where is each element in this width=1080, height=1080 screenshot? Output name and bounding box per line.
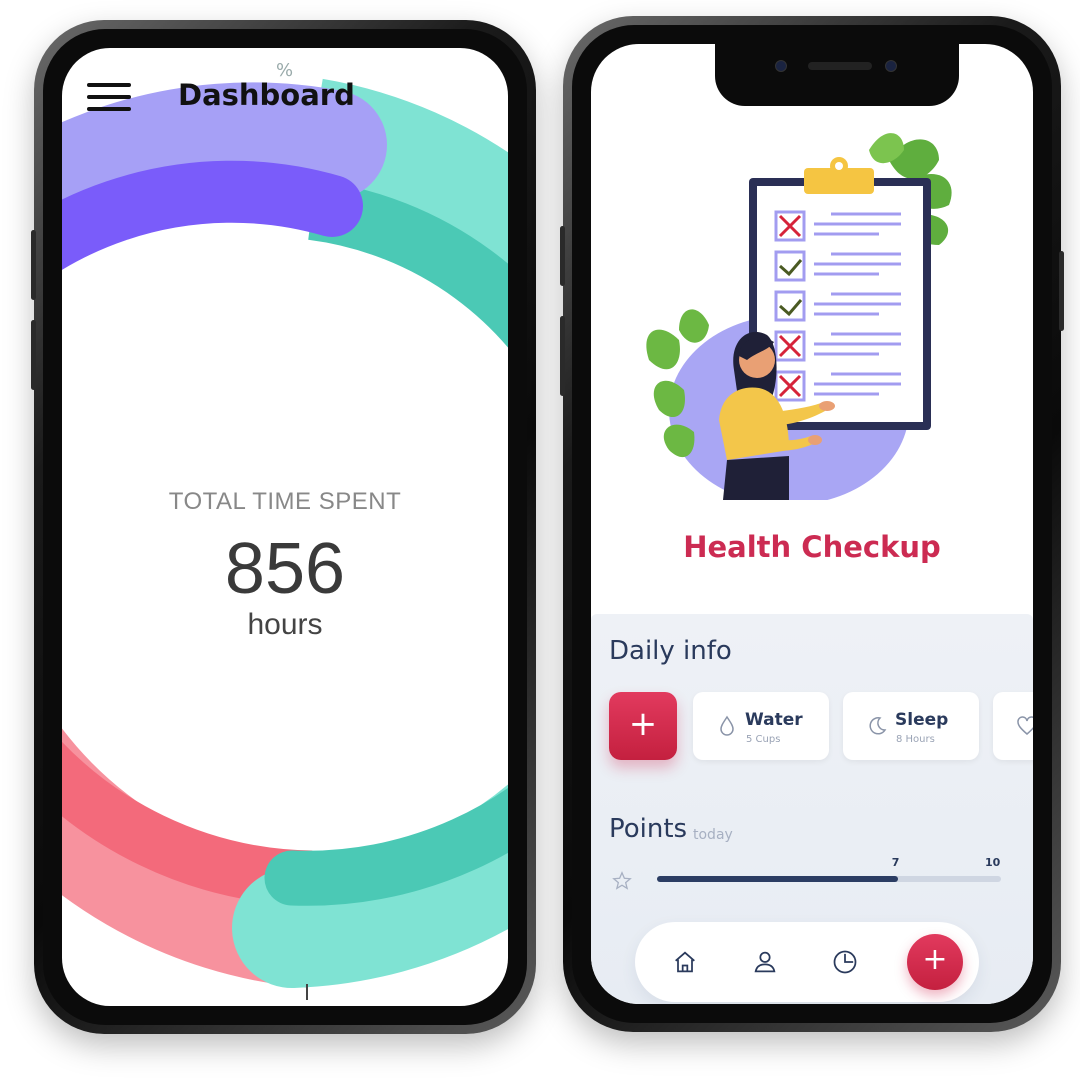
clock-icon[interactable]	[831, 948, 859, 976]
side-button	[1059, 251, 1064, 331]
plus-icon[interactable]: +	[907, 934, 963, 990]
camera-icon	[775, 60, 787, 72]
notch	[715, 44, 959, 106]
points-progress-track	[657, 876, 1001, 882]
sensor	[885, 60, 897, 72]
health-screen: Health Checkup Daily info + Water 5 Cups…	[591, 44, 1033, 1004]
add-daily-info-button[interactable]: +	[609, 692, 677, 760]
water-card[interactable]: Water 5 Cups	[693, 692, 829, 760]
speaker	[808, 62, 872, 70]
user-icon[interactable]	[751, 948, 779, 976]
right-phone-frame: Health Checkup Daily info + Water 5 Cups…	[560, 16, 1064, 1032]
sleep-value: 8 Hours	[896, 734, 935, 745]
total-time-label: TOTAL TIME SPENT	[168, 488, 402, 515]
side-button	[31, 230, 36, 300]
side-button	[31, 320, 36, 390]
side-button	[560, 316, 565, 396]
drop-icon	[720, 715, 734, 736]
side-button	[560, 226, 565, 286]
points-current-label: 7	[891, 856, 900, 869]
menu-icon[interactable]	[87, 83, 131, 113]
sleep-label: Sleep	[895, 710, 949, 730]
page-title: Dashboard	[178, 78, 355, 112]
daily-info-title: Daily info	[609, 636, 732, 666]
info-panel: Daily info + Water 5 Cups Sleep 8 Hours	[591, 614, 1033, 1004]
total-time-value: 856	[224, 529, 346, 609]
bottom-nav: +	[635, 922, 979, 1002]
sleep-card[interactable]: Sleep 8 Hours	[843, 692, 979, 760]
heart-icon	[1017, 716, 1033, 735]
moon-icon	[869, 717, 887, 735]
water-value: 5 Cups	[746, 734, 781, 745]
points-period: today	[693, 827, 733, 843]
points-progress-fill	[657, 876, 898, 882]
total-time-unit: hours	[247, 608, 323, 641]
heart-card[interactable]	[993, 692, 1033, 760]
left-phone-frame: % Dashboard TOTAL TIME SPENT 856 hours	[31, 20, 536, 1034]
home-icon[interactable]	[671, 948, 699, 976]
checklist-illustration	[646, 133, 952, 500]
dashboard-screen: % Dashboard TOTAL TIME SPENT 856 hours	[62, 48, 508, 1006]
water-label: Water	[745, 710, 803, 730]
hero-title: Health Checkup	[683, 530, 941, 564]
chart-tick	[306, 984, 308, 1000]
star-icon	[612, 871, 632, 890]
points-max-label: 10	[985, 856, 1001, 869]
time-donut-chart	[62, 78, 508, 988]
ring-segment-purple-inner	[62, 160, 363, 270]
points-title: Points	[609, 814, 688, 844]
ring-segment-teal-bottom-inner	[264, 787, 508, 906]
